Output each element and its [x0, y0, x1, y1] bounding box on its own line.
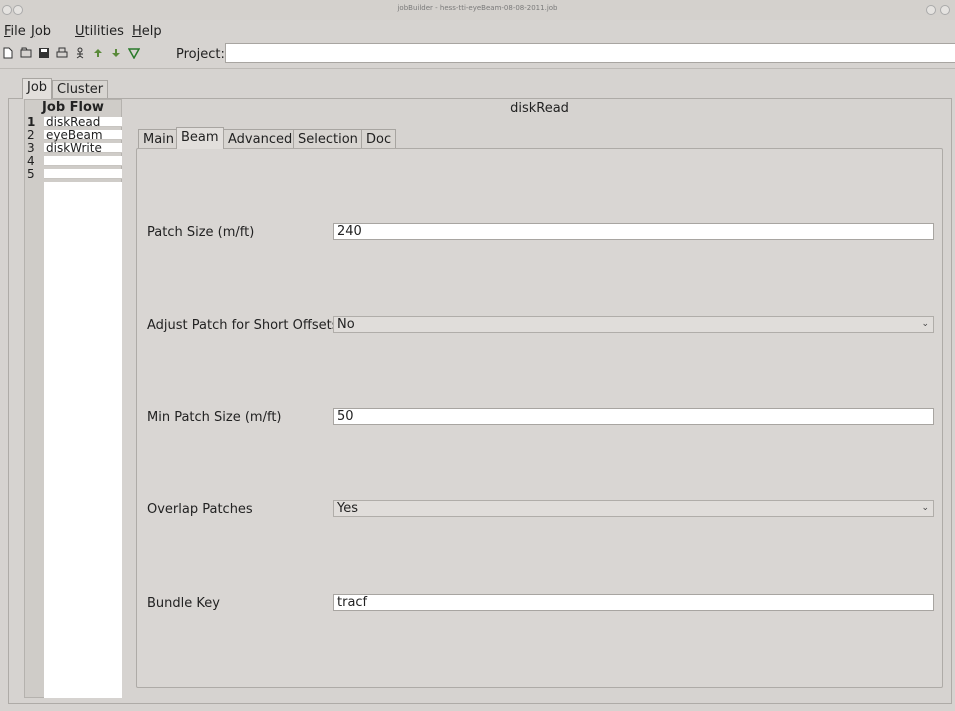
row-number: 2	[27, 128, 35, 142]
overlap-patches-label: Overlap Patches	[147, 502, 253, 517]
menu-utilities[interactable]: Utilities	[75, 24, 124, 39]
menubar: File Job Utilities Help	[0, 20, 955, 40]
job-flow-cell[interactable]: diskRead	[44, 116, 122, 128]
tab-main[interactable]: Main	[138, 129, 180, 148]
job-flow-cell[interactable]: eyeBeam	[44, 129, 122, 141]
patch-size-label: Patch Size (m/ft)	[147, 225, 255, 240]
project-label: Project:	[176, 47, 225, 62]
min-patch-size-input[interactable]: 50	[333, 408, 934, 425]
job-flow-cell[interactable]	[44, 156, 122, 166]
patch-size-input[interactable]: 240	[333, 223, 934, 240]
adjust-patch-label: Adjust Patch for Short Offsets	[147, 318, 339, 333]
job-flow-cell[interactable]: diskWrite	[44, 142, 122, 154]
job-flow-row[interactable]: 1 diskRead	[24, 115, 122, 129]
min-patch-size-label: Min Patch Size (m/ft)	[147, 410, 282, 425]
tab-advanced[interactable]: Advanced	[223, 129, 298, 148]
filter-icon[interactable]	[127, 47, 141, 60]
overlap-patches-select[interactable]: Yes ⌄	[333, 500, 934, 517]
job-flow-empty-area	[44, 182, 122, 698]
bundle-key-label: Bundle Key	[147, 596, 220, 611]
adjust-patch-select[interactable]: No ⌄	[333, 316, 934, 333]
close-icon[interactable]	[940, 5, 950, 15]
window-title: jobBuilder - hess-tti-eyeBeam-08-08-2011…	[397, 4, 558, 12]
menu-help[interactable]: Help	[132, 24, 162, 39]
module-title: diskRead	[510, 101, 569, 116]
save-icon[interactable]	[38, 47, 50, 59]
move-down-icon[interactable]	[110, 47, 122, 59]
overlap-patches-value: Yes	[337, 501, 358, 516]
row-number: 4	[27, 154, 35, 168]
project-input[interactable]	[225, 43, 955, 63]
adjust-patch-value: No	[337, 317, 355, 332]
toolbar: Project:	[0, 40, 955, 69]
job-flow-cell[interactable]	[44, 169, 122, 179]
menu-file[interactable]: File	[4, 24, 26, 39]
minimize-icon[interactable]	[926, 5, 936, 15]
tab-selection[interactable]: Selection	[293, 129, 363, 148]
job-flow-row[interactable]: 5	[24, 167, 122, 181]
run-icon[interactable]	[74, 47, 86, 59]
job-flow-row[interactable]: 4	[24, 154, 122, 168]
tab-doc[interactable]: Doc	[361, 129, 397, 148]
new-icon[interactable]	[2, 47, 14, 59]
row-number: 5	[27, 167, 35, 181]
bundle-key-input[interactable]: tracf	[333, 594, 934, 611]
tab-cluster[interactable]: Cluster	[52, 80, 109, 98]
chevron-down-icon: ⌄	[921, 503, 929, 513]
tab-beam[interactable]: Beam	[176, 127, 224, 149]
job-flow-row[interactable]: 2 eyeBeam	[24, 128, 122, 142]
menu-job[interactable]: Job	[31, 24, 51, 39]
chevron-down-icon: ⌄	[921, 319, 929, 329]
print-icon[interactable]	[56, 47, 68, 59]
job-flow-row[interactable]: 3 diskWrite	[24, 141, 122, 155]
job-flow-header: Job Flow	[42, 100, 104, 115]
row-number: 3	[27, 141, 35, 155]
open-icon[interactable]	[20, 47, 32, 59]
tab-job[interactable]: Job	[22, 78, 53, 99]
row-number: 1	[27, 115, 36, 129]
move-up-icon[interactable]	[92, 47, 104, 59]
